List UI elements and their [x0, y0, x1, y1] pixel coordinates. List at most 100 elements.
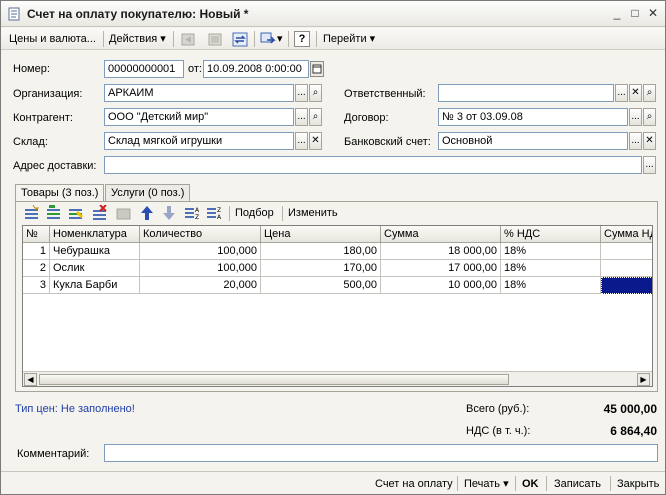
vat-sum-cell[interactable] — [601, 260, 652, 277]
sort-descending-icon[interactable]: ZA — [206, 205, 224, 221]
item-cell[interactable]: Ослик — [50, 260, 140, 277]
select-ellipsis-button[interactable]: ... — [295, 84, 308, 102]
column-header[interactable]: % НДС — [501, 226, 601, 243]
contract-label: Договор: — [344, 112, 389, 124]
vat-value: 6 864,40 — [610, 424, 657, 438]
vat-rate-cell[interactable]: 18% — [501, 243, 601, 260]
post-document-icon[interactable] — [206, 31, 224, 48]
scroll-thumb[interactable] — [39, 374, 509, 385]
comment-label: Комментарий: — [17, 448, 90, 460]
horizontal-scrollbar[interactable]: ◀ ▶ — [23, 371, 652, 386]
sum-cell[interactable]: 17 000,00 — [381, 260, 501, 277]
edit-row-icon[interactable] — [68, 205, 84, 221]
scroll-left-icon[interactable]: ◀ — [24, 373, 37, 386]
copy-row-icon[interactable] — [46, 205, 62, 221]
price-cell[interactable]: 170,00 — [261, 260, 381, 277]
calendar-icon[interactable] — [310, 61, 324, 77]
close-button[interactable]: Закрыть — [617, 476, 659, 492]
end-edit-icon[interactable] — [116, 205, 132, 221]
table-row[interactable]: 1 Чебурашка 100,000 180,00 18 000,00 18% — [23, 243, 652, 260]
tab-services[interactable]: Услуги (0 поз.) — [105, 184, 191, 202]
price-cell[interactable]: 180,00 — [261, 243, 381, 260]
delete-row-icon[interactable] — [92, 205, 108, 221]
contract-field[interactable]: № 3 от 03.09.08 — [438, 108, 628, 126]
quantity-cell[interactable]: 100,000 — [140, 260, 261, 277]
select-ellipsis-button[interactable]: ... — [295, 108, 308, 126]
chevron-down-icon[interactable]: ▾ — [277, 31, 283, 48]
organization-field[interactable]: АРКАИМ — [104, 84, 294, 102]
clear-icon[interactable]: ✕ — [309, 132, 322, 150]
select-ellipsis-button[interactable]: ... — [629, 132, 642, 150]
warehouse-field[interactable]: Склад мягкой игрушки — [104, 132, 294, 150]
edit-button[interactable]: Изменить — [288, 207, 338, 219]
vat-rate-cell[interactable]: 18% — [501, 260, 601, 277]
select-ellipsis-button[interactable]: ... — [643, 156, 656, 174]
structure-icon[interactable] — [259, 31, 277, 48]
vat-sum-cell-selected[interactable] — [601, 277, 652, 294]
number-label: Номер: — [13, 63, 50, 75]
clear-icon[interactable]: ✕ — [629, 84, 642, 102]
move-up-icon[interactable] — [140, 205, 154, 221]
add-row-icon[interactable] — [24, 205, 40, 221]
search-icon[interactable]: ⌕ — [643, 108, 656, 126]
select-ellipsis-button[interactable]: ... — [615, 84, 628, 102]
responsible-field[interactable] — [438, 84, 614, 102]
table-row[interactable]: 3 Кукла Барби 20,000 500,00 10 000,00 18… — [23, 277, 652, 294]
contractor-field[interactable]: ООО "Детский мир" — [104, 108, 294, 126]
column-header[interactable]: Количество — [140, 226, 261, 243]
date-from-label: от: — [188, 63, 202, 75]
clear-icon[interactable]: ✕ — [643, 132, 656, 150]
save-button[interactable]: Записать — [554, 476, 601, 492]
column-header[interactable]: № — [23, 226, 50, 243]
item-cell[interactable]: Кукла Барби — [50, 277, 140, 294]
prices-currency-button[interactable]: Цены и валюта... — [9, 31, 96, 48]
address-field[interactable] — [104, 156, 642, 174]
goods-table[interactable]: № Номенклатура Количество Цена Сумма % Н… — [22, 225, 653, 387]
help-button[interactable]: ? — [294, 31, 310, 47]
date-field[interactable]: 10.09.2008 0:00:00 — [203, 60, 309, 78]
goto-menu[interactable]: Перейти ▾ — [323, 31, 375, 48]
document-icon — [8, 7, 20, 21]
price-type-warning[interactable]: Тип цен: Не заполнено! — [15, 403, 135, 415]
column-header[interactable]: Сумма НДС — [601, 226, 652, 243]
actions-menu[interactable]: Действия ▾ — [109, 31, 166, 48]
item-cell[interactable]: Чебурашка — [50, 243, 140, 260]
comment-field[interactable] — [104, 444, 658, 462]
back-arrow-icon[interactable] — [179, 31, 197, 48]
main-toolbar: Цены и валюта... Действия ▾ ▾ ? Перейти … — [1, 28, 665, 50]
pick-button[interactable]: Подбор — [235, 207, 274, 219]
maximize-button[interactable]: □ — [627, 6, 643, 21]
refresh-icon[interactable] — [231, 31, 249, 48]
bank-account-field[interactable]: Основной — [438, 132, 628, 150]
quantity-cell[interactable]: 20,000 — [140, 277, 261, 294]
address-label: Адрес доставки: — [13, 160, 97, 172]
sort-ascending-icon[interactable]: AZ — [184, 205, 202, 221]
column-header[interactable]: Сумма — [381, 226, 501, 243]
vat-rate-cell[interactable]: 18% — [501, 277, 601, 294]
price-cell[interactable]: 500,00 — [261, 277, 381, 294]
vat-sum-cell[interactable] — [601, 243, 652, 260]
invoice-print-button[interactable]: Счет на оплату — [375, 476, 453, 492]
minimize-button[interactable]: _ — [609, 6, 625, 21]
search-icon[interactable]: ⌕ — [309, 84, 322, 102]
search-icon[interactable]: ⌕ — [309, 108, 322, 126]
ok-button[interactable]: OK — [522, 476, 539, 492]
sum-cell[interactable]: 10 000,00 — [381, 277, 501, 294]
column-header[interactable]: Номенклатура — [50, 226, 140, 243]
svg-text:Z: Z — [217, 207, 221, 214]
print-label: Печать — [464, 478, 501, 490]
select-ellipsis-button[interactable]: ... — [295, 132, 308, 150]
print-menu[interactable]: Печать ▾ — [464, 476, 509, 492]
select-ellipsis-button[interactable]: ... — [629, 108, 642, 126]
search-icon[interactable]: ⌕ — [643, 84, 656, 102]
move-down-icon[interactable] — [162, 205, 176, 221]
close-window-button[interactable]: ✕ — [645, 6, 661, 21]
bank-account-label: Банковский счет: — [344, 136, 431, 148]
table-row[interactable]: 2 Ослик 100,000 170,00 17 000,00 18% — [23, 260, 652, 277]
quantity-cell[interactable]: 100,000 — [140, 243, 261, 260]
column-header[interactable]: Цена — [261, 226, 381, 243]
number-field[interactable]: 00000000001 — [104, 60, 184, 78]
document-window: Счет на оплату покупателю: Новый * _ □ ✕… — [0, 0, 666, 495]
sum-cell[interactable]: 18 000,00 — [381, 243, 501, 260]
scroll-right-icon[interactable]: ▶ — [637, 373, 650, 386]
